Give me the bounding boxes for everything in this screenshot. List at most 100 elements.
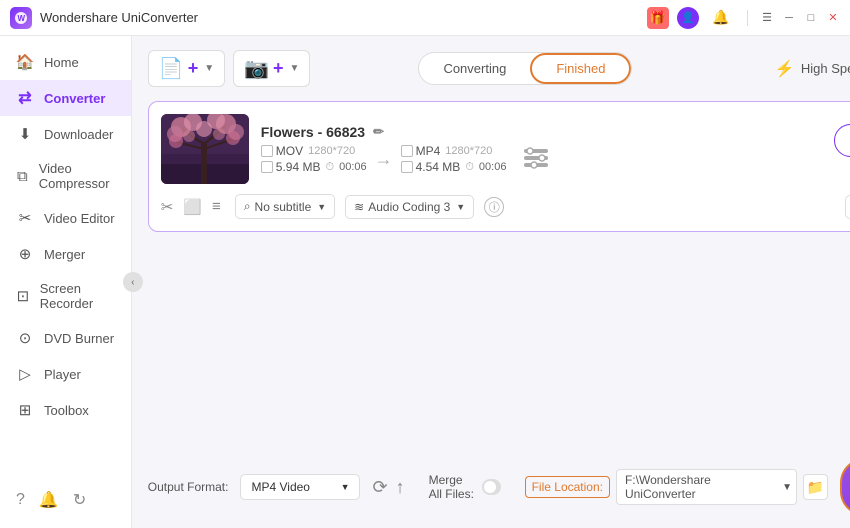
- bottom-bar: Output Format: MP4 Video ▼ ⟳ ↑ Merge All…: [148, 448, 850, 528]
- path-chevron: ▼: [782, 482, 792, 493]
- sidebar: 🏠 Home ⇄ Converter ⬇ Downloader ⧉ Video …: [0, 36, 132, 528]
- app-logo: W: [10, 7, 32, 29]
- source-size: 5.94 MB: [276, 160, 321, 174]
- file-path: F:\Wondershare UniConverter: [616, 469, 797, 505]
- main-container: 🏠 Home ⇄ Converter ⬇ Downloader ⧉ Video …: [0, 36, 850, 528]
- target-duration-icon: ⏱: [465, 161, 474, 174]
- format-settings-icon[interactable]: [522, 144, 550, 172]
- source-size-tag: 5.94 MB: [261, 160, 321, 174]
- sidebar-label-dvd: DVD Burner: [44, 331, 114, 346]
- subtitle-icon: ⌕: [244, 199, 251, 214]
- card-bottom: ✂ ⬜ ≡ ⌕ No subtitle ▼ ≋ Audio Coding 3 ▼…: [161, 194, 850, 219]
- subtitle-value: No subtitle: [255, 200, 312, 214]
- add-files-icon: 📄: [159, 56, 184, 81]
- scissors-icon[interactable]: ✂: [161, 198, 174, 216]
- source-format-tag: MOV: [261, 144, 303, 158]
- merge-toggle[interactable]: [482, 479, 501, 495]
- target-size-tag: 4.54 MB: [401, 160, 461, 174]
- sidebar-item-home[interactable]: 🏠 Home: [0, 44, 131, 80]
- sidebar-item-downloader[interactable]: ⬇ Downloader: [0, 116, 131, 152]
- effects-icon[interactable]: ≡: [212, 198, 221, 216]
- audio-select[interactable]: ≋ Audio Coding 3 ▼: [345, 195, 474, 219]
- top-toolbar: 📄 + ▼ 📷 + ▼ Converting Finished ⚡ High S…: [148, 50, 850, 87]
- speed-conversion-label: High Speed Conversion: [801, 61, 850, 76]
- convert-arrow-icon: →: [375, 149, 393, 170]
- merge-files: Merge All Files:: [429, 473, 501, 501]
- lightning-icon: ⚡: [775, 59, 795, 79]
- editor-icon: ✂: [16, 209, 34, 227]
- sidebar-item-merger[interactable]: ⊕ Merger: [0, 236, 131, 272]
- notification-icon[interactable]: 🔔: [39, 490, 59, 510]
- target-size: 4.54 MB: [416, 160, 461, 174]
- subtitle-chevron: ▼: [317, 202, 326, 212]
- tab-finished[interactable]: Finished: [530, 53, 631, 84]
- target-duration: 00:06: [479, 161, 507, 173]
- sidebar-label-home: Home: [44, 55, 79, 70]
- target-format-row: MP4 1280*720: [401, 144, 507, 158]
- convert-button-area: Convert Success: [834, 124, 850, 175]
- sidebar-collapse-button[interactable]: ‹: [123, 272, 143, 292]
- sidebar-item-video-compressor[interactable]: ⧉ Video Compressor: [0, 152, 131, 200]
- user-icon[interactable]: 👤: [677, 7, 699, 29]
- file-location-row: File Location: F:\Wondershare UniConvert…: [525, 469, 828, 505]
- edit-filename-icon[interactable]: ✏: [373, 124, 384, 140]
- sidebar-item-toolbox[interactable]: ⊞ Toolbox: [0, 392, 131, 428]
- source-size-check: [261, 161, 273, 173]
- target-format-tag: MP4: [401, 144, 441, 158]
- source-format-row: MOV 1280*720: [261, 144, 367, 158]
- audio-coding-value: Audio Coding 3: [368, 200, 450, 214]
- refresh-icon[interactable]: ↻: [73, 490, 86, 510]
- add-from-icon: 📷: [244, 56, 269, 81]
- sidebar-item-screen-recorder[interactable]: ⊡ Screen Recorder: [0, 272, 131, 320]
- tab-converting[interactable]: Converting: [419, 53, 530, 84]
- titlebar: W Wondershare UniConverter 🎁 👤 🔔 ☰ ─ □ ✕: [0, 0, 850, 36]
- menu-icon[interactable]: ☰: [760, 11, 774, 25]
- share-icon[interactable]: ↑: [396, 477, 405, 498]
- compressor-icon: ⧉: [16, 167, 29, 185]
- dvd-icon: ⊙: [16, 329, 34, 347]
- convert-button[interactable]: Convert: [834, 124, 850, 157]
- file-path-wrapper: F:\Wondershare UniConverter ▼: [616, 469, 797, 505]
- sidebar-label-converter: Converter: [44, 91, 105, 106]
- svg-text:W: W: [18, 14, 26, 23]
- settings-button[interactable]: ⚙ Settings: [845, 195, 850, 219]
- file-name: Flowers - 66823: [261, 124, 365, 140]
- sidebar-bottom: ? 🔔 ↻: [0, 480, 131, 520]
- downloader-icon: ⬇: [16, 125, 34, 143]
- output-format-value: MP4 Video: [251, 480, 309, 494]
- divider: [747, 10, 748, 26]
- add-from-button[interactable]: 📷 + ▼: [233, 50, 310, 87]
- folder-browse-button[interactable]: 📁: [803, 474, 828, 500]
- gift-icon[interactable]: 🎁: [647, 7, 669, 29]
- target-size-check: [401, 161, 413, 173]
- target-resolution: 1280*720: [445, 145, 492, 157]
- target-format-box: MP4 1280*720 4.54 MB ⏱ 00:06: [401, 144, 507, 174]
- start-all-button[interactable]: Start All: [840, 458, 850, 516]
- info-button[interactable]: ⓘ: [484, 197, 504, 217]
- subtitle-select[interactable]: ⌕ No subtitle ▼: [235, 194, 335, 219]
- file-info: Flowers - 66823 ✏ MOV 1280*720: [261, 124, 822, 175]
- sidebar-item-converter[interactable]: ⇄ Converter: [0, 80, 131, 116]
- bell-icon[interactable]: 🔔: [707, 4, 735, 32]
- file-row: Flowers - 66823 ✏ MOV 1280*720: [161, 114, 850, 184]
- output-format-select[interactable]: MP4 Video ▼: [240, 474, 360, 500]
- refresh-settings-icon[interactable]: ⟳: [372, 477, 387, 498]
- sidebar-item-dvd-burner[interactable]: ⊙ DVD Burner: [0, 320, 131, 356]
- maximize-icon[interactable]: □: [804, 11, 818, 25]
- audio-chevron: ▼: [456, 202, 465, 212]
- source-size-row: 5.94 MB ⏱ 00:06: [261, 160, 367, 174]
- target-size-row: 4.54 MB ⏱ 00:06: [401, 160, 507, 174]
- sidebar-item-player[interactable]: ▷ Player: [0, 356, 131, 392]
- help-icon[interactable]: ?: [16, 491, 25, 509]
- source-check: [261, 145, 273, 157]
- file-name-row: Flowers - 66823 ✏: [261, 124, 822, 140]
- source-resolution: 1280*720: [308, 145, 355, 157]
- close-icon[interactable]: ✕: [826, 11, 840, 25]
- sidebar-label-merger: Merger: [44, 247, 85, 262]
- minimize-icon[interactable]: ─: [782, 11, 796, 25]
- add-files-button[interactable]: 📄 + ▼: [148, 50, 225, 87]
- crop-icon[interactable]: ⬜: [183, 198, 202, 216]
- player-icon: ▷: [16, 365, 34, 383]
- sidebar-item-video-editor[interactable]: ✂ Video Editor: [0, 200, 131, 236]
- recorder-icon: ⊡: [16, 287, 30, 305]
